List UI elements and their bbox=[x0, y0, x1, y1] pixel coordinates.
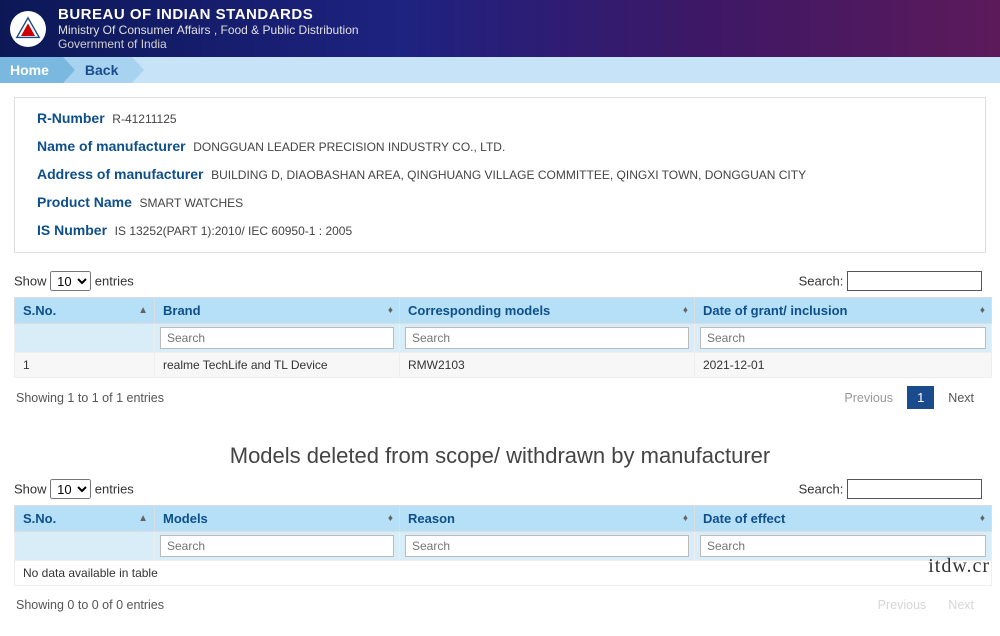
sort-icon: ♦ bbox=[683, 308, 688, 314]
r-number-label: R-Number bbox=[37, 110, 105, 126]
sort-icon: ♦ bbox=[683, 516, 688, 522]
bis-logo-icon bbox=[14, 15, 42, 43]
gov-line: Government of India bbox=[58, 37, 359, 51]
col-brand[interactable]: Brand♦ bbox=[155, 298, 400, 324]
col-date-2[interactable]: Date of effect♦ bbox=[695, 506, 992, 532]
entries-select-2[interactable]: 10 bbox=[50, 479, 91, 499]
models-table: S.No.▲ Brand♦ Corresponding models♦ Date… bbox=[14, 297, 992, 378]
breadcrumb-home[interactable]: Home bbox=[0, 57, 63, 83]
bis-logo bbox=[10, 11, 46, 47]
is-number-label: IS Number bbox=[37, 222, 107, 238]
details-panel: R-Number R-41211125 Name of manufacturer… bbox=[14, 97, 986, 253]
is-number-value: IS 13252(PART 1):2010/ IEC 60950-1 : 200… bbox=[115, 224, 353, 238]
sort-icon: ♦ bbox=[980, 516, 985, 522]
cell-models: RMW2103 bbox=[400, 353, 695, 378]
show-label: Show bbox=[14, 274, 47, 289]
manufacturer-value: DONGGUAN LEADER PRECISION INDUSTRY CO., … bbox=[193, 140, 505, 154]
table1-info: Showing 1 to 1 of 1 entries bbox=[16, 391, 164, 405]
sort-icon: ▲ bbox=[138, 516, 148, 522]
cell-sno: 1 bbox=[15, 353, 155, 378]
col-sno[interactable]: S.No.▲ bbox=[15, 298, 155, 324]
cell-date: 2021-12-01 bbox=[695, 353, 992, 378]
r-number-value: R-41211125 bbox=[112, 112, 176, 126]
search-label: Search: bbox=[799, 274, 844, 289]
sort-icon: ▲ bbox=[138, 308, 148, 314]
product-label: Product Name bbox=[37, 194, 132, 210]
filter-date-2[interactable] bbox=[700, 535, 986, 557]
org-name: BUREAU OF INDIAN STANDARDS bbox=[58, 6, 359, 23]
deleted-models-table: S.No.▲ Models♦ Reason♦ Date of effect♦ N… bbox=[14, 505, 992, 586]
col-reason-2[interactable]: Reason♦ bbox=[400, 506, 695, 532]
filter-models[interactable] bbox=[405, 327, 689, 349]
filter-date[interactable] bbox=[700, 327, 986, 349]
filter-reason-2[interactable] bbox=[405, 535, 689, 557]
col-date[interactable]: Date of grant/ inclusion♦ bbox=[695, 298, 992, 324]
table2-controls: Show 10 entries Search: bbox=[14, 479, 982, 499]
previous-button-2[interactable]: Previous bbox=[870, 594, 935, 616]
next-button[interactable]: Next bbox=[940, 387, 982, 409]
entries-label-2: entries bbox=[95, 482, 134, 497]
search-input-2[interactable] bbox=[847, 479, 982, 499]
col-models[interactable]: Corresponding models♦ bbox=[400, 298, 695, 324]
site-header: BUREAU OF INDIAN STANDARDS Ministry Of C… bbox=[0, 0, 1000, 57]
deleted-models-title: Models deleted from scope/ withdrawn by … bbox=[14, 443, 986, 469]
sort-icon: ♦ bbox=[388, 308, 393, 314]
product-value: SMART WATCHES bbox=[140, 196, 244, 210]
address-label: Address of manufacturer bbox=[37, 166, 203, 182]
filter-row-2 bbox=[15, 532, 992, 561]
table1-pager: Previous 1 Next bbox=[836, 386, 982, 409]
table2-pager: Previous Next bbox=[870, 594, 982, 616]
table2-info: Showing 0 to 0 of 0 entries bbox=[16, 598, 164, 612]
search-input[interactable] bbox=[847, 271, 982, 291]
page-1-button[interactable]: 1 bbox=[907, 386, 934, 409]
col-models-2[interactable]: Models♦ bbox=[155, 506, 400, 532]
cell-brand: realme TechLife and TL Device bbox=[155, 353, 400, 378]
show-label-2: Show bbox=[14, 482, 47, 497]
manufacturer-label: Name of manufacturer bbox=[37, 138, 186, 154]
sort-icon: ♦ bbox=[388, 516, 393, 522]
next-button-2[interactable]: Next bbox=[940, 594, 982, 616]
filter-models-2[interactable] bbox=[160, 535, 394, 557]
breadcrumb: Home Back bbox=[0, 57, 1000, 83]
address-value: BUILDING D, DIAOBASHAN AREA, QINGHUANG V… bbox=[211, 168, 806, 182]
ministry-line: Ministry Of Consumer Affairs , Food & Pu… bbox=[58, 23, 359, 37]
filter-brand[interactable] bbox=[160, 327, 394, 349]
filter-row bbox=[15, 324, 992, 353]
watermark: itdw.cr bbox=[928, 555, 990, 578]
entries-select[interactable]: 10 bbox=[50, 271, 91, 291]
search-label-2: Search: bbox=[799, 482, 844, 497]
col-sno-2[interactable]: S.No.▲ bbox=[15, 506, 155, 532]
previous-button[interactable]: Previous bbox=[836, 387, 901, 409]
table-row: 1 realme TechLife and TL Device RMW2103 … bbox=[15, 353, 992, 378]
entries-label: entries bbox=[95, 274, 134, 289]
sort-icon: ♦ bbox=[980, 308, 985, 314]
table1-controls: Show 10 entries Search: bbox=[14, 271, 982, 291]
